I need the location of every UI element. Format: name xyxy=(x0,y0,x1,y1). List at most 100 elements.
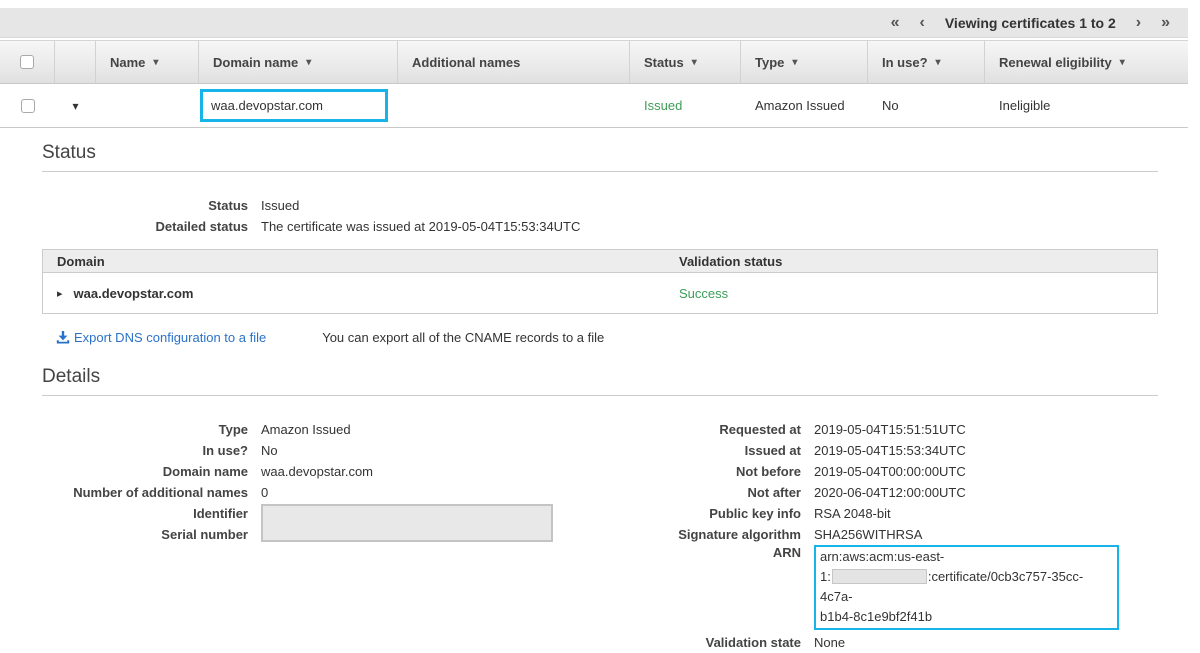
validation-state-label: Validation state xyxy=(640,632,801,653)
validation-state-row: Validation state None xyxy=(640,632,1158,653)
pagination-last-icon[interactable]: » xyxy=(1161,15,1170,31)
not-before-row: Not before 2019-05-04T00:00:00UTC xyxy=(640,461,1158,482)
select-all-checkbox[interactable] xyxy=(20,55,34,69)
validation-status-value: Success xyxy=(677,286,1157,301)
column-label: Status xyxy=(644,55,684,70)
column-label: Name xyxy=(110,55,145,70)
arn-line3: b1b4-8c1e9bf2f41b xyxy=(820,609,932,624)
details-left-column: Type Amazon Issued In use? No Domain nam… xyxy=(42,419,640,653)
collapse-row-icon[interactable]: ▾ xyxy=(72,99,78,113)
domain-name-label: Domain name xyxy=(42,461,248,482)
header-cell-domain: Domain xyxy=(43,254,677,269)
signature-algorithm-value: SHA256WITHRSA xyxy=(801,524,922,545)
column-label: Renewal eligibility xyxy=(999,55,1112,70)
public-key-info-value: RSA 2048-bit xyxy=(801,503,891,524)
pagination-prev-icon[interactable]: ‹ xyxy=(920,15,925,31)
header-cell-checkbox xyxy=(0,41,55,83)
sort-arrow-icon[interactable]: ▾ xyxy=(792,57,797,68)
header-cell-name[interactable]: Name ▾ xyxy=(96,41,199,83)
public-key-info-label: Public key info xyxy=(640,503,801,524)
issued-at-row: Issued at 2019-05-04T15:53:34UTC xyxy=(640,440,1158,461)
header-cell-domain-name[interactable]: Domain name ▾ xyxy=(199,41,398,83)
arn-line1: arn:aws:acm:us-east- xyxy=(820,549,944,564)
sort-arrow-icon[interactable]: ▾ xyxy=(153,57,158,68)
sort-arrow-icon[interactable]: ▾ xyxy=(306,57,311,68)
header-cell-expander xyxy=(55,41,96,83)
additional-names-value: 0 xyxy=(248,482,268,503)
not-after-label: Not after xyxy=(640,482,801,503)
details-right-column: Requested at 2019-05-04T15:51:51UTC Issu… xyxy=(640,419,1158,653)
domain-name-value: waa.devopstar.com xyxy=(248,461,373,482)
header-cell-validation-status: Validation status xyxy=(677,254,1157,269)
not-before-label: Not before xyxy=(640,461,801,482)
details-section-heading: Details xyxy=(42,366,1158,396)
certificate-detail-panel: Status Status Issued Detailed status The… xyxy=(0,142,1200,653)
certificate-row: ▾ waa.devopstar.com Issued Amazon Issued… xyxy=(0,84,1188,128)
sort-arrow-icon[interactable]: ▾ xyxy=(1120,57,1125,68)
sort-arrow-icon[interactable]: ▾ xyxy=(936,57,941,68)
identifier-serial-rows: Identifier Serial number xyxy=(42,503,640,545)
column-label: In use? xyxy=(882,55,928,70)
certificates-table-header: Name ▾ Domain name ▾ Additional names St… xyxy=(0,40,1188,84)
row-cell-name xyxy=(96,84,199,127)
row-cell-status: Issued xyxy=(630,84,741,127)
row-checkbox[interactable] xyxy=(21,99,35,113)
in-use-value: No xyxy=(248,440,278,461)
status-kv-block: Status Issued Detailed status The certif… xyxy=(42,172,1158,237)
header-cell-type[interactable]: Type ▾ xyxy=(741,41,868,83)
column-label: Type xyxy=(755,55,784,70)
domain-validation-table-header: Domain Validation status xyxy=(43,250,1157,273)
requested-at-row: Requested at 2019-05-04T15:51:51UTC xyxy=(640,419,1158,440)
pagination-next-icon[interactable]: › xyxy=(1136,15,1141,31)
status-section-heading: Status xyxy=(42,142,1158,172)
row-cell-renewal-eligibility: Ineligible xyxy=(985,84,1188,127)
row-cell-checkbox xyxy=(0,84,55,127)
pagination-label: Viewing certificates 1 to 2 xyxy=(945,15,1116,31)
additional-names-label: Number of additional names xyxy=(42,482,248,503)
arn-highlight-box[interactable]: arn:aws:acm:us-east- 1::certificate/0cb3… xyxy=(814,545,1119,630)
detailed-status-label: Detailed status xyxy=(42,216,248,237)
issued-at-label: Issued at xyxy=(640,440,801,461)
not-after-row: Not after 2020-06-04T12:00:00UTC xyxy=(640,482,1158,503)
pagination-first-icon[interactable]: « xyxy=(891,15,900,31)
issued-at-value: 2019-05-04T15:53:34UTC xyxy=(801,440,966,461)
export-dns-hint: You can export all of the CNAME records … xyxy=(322,330,604,345)
export-dns-link[interactable]: Export DNS configuration to a file xyxy=(42,330,266,345)
expand-domain-icon[interactable]: ▸ xyxy=(57,287,63,300)
arn-line2-prefix: 1: xyxy=(820,569,831,584)
serial-number-label: Serial number xyxy=(42,524,248,545)
additional-names-row: Number of additional names 0 xyxy=(42,482,640,503)
column-label: Additional names xyxy=(412,55,520,70)
domain-name-highlight-box[interactable]: waa.devopstar.com xyxy=(200,89,388,122)
arn-account-redacted-box xyxy=(832,569,927,584)
certificates-table: Name ▾ Domain name ▾ Additional names St… xyxy=(0,40,1188,128)
status-row: Status Issued xyxy=(42,195,1158,216)
status-value: Issued xyxy=(248,195,299,216)
row-cell-domain-name: waa.devopstar.com xyxy=(199,84,398,127)
header-cell-status[interactable]: Status ▾ xyxy=(630,41,741,83)
in-use-label: In use? xyxy=(42,440,248,461)
header-cell-renewal-eligibility[interactable]: Renewal eligibility ▾ xyxy=(985,41,1188,83)
row-cell-in-use: No xyxy=(868,84,985,127)
pagination-bar: « ‹ Viewing certificates 1 to 2 › » xyxy=(0,8,1188,38)
arn-row: ARN arn:aws:acm:us-east- 1::certificate/… xyxy=(640,545,1158,630)
not-before-value: 2019-05-04T00:00:00UTC xyxy=(801,461,966,482)
identifier-serial-labels: Identifier Serial number xyxy=(42,503,248,545)
public-key-info-row: Public key info RSA 2048-bit xyxy=(640,503,1158,524)
header-cell-in-use[interactable]: In use? ▾ xyxy=(868,41,985,83)
sort-arrow-icon[interactable]: ▾ xyxy=(692,57,697,68)
type-row: Type Amazon Issued xyxy=(42,419,640,440)
domain-validation-table: Domain Validation status ▸ waa.devopstar… xyxy=(42,249,1158,314)
validation-state-value: None xyxy=(801,632,845,653)
download-icon xyxy=(56,331,70,344)
export-dns-link-label: Export DNS configuration to a file xyxy=(74,330,266,345)
certificate-domain-name: waa.devopstar.com xyxy=(211,98,323,113)
details-grid: Type Amazon Issued In use? No Domain nam… xyxy=(42,396,1158,653)
detailed-status-value: The certificate was issued at 2019-05-04… xyxy=(248,216,580,237)
row-cell-type: Amazon Issued xyxy=(741,84,868,127)
column-label: Domain name xyxy=(213,55,298,70)
status-label: Status xyxy=(42,195,248,216)
signature-algorithm-row: Signature algorithm SHA256WITHRSA xyxy=(640,524,1158,545)
domain-cell: ▸ waa.devopstar.com xyxy=(43,286,677,301)
row-cell-additional-names xyxy=(398,84,630,127)
